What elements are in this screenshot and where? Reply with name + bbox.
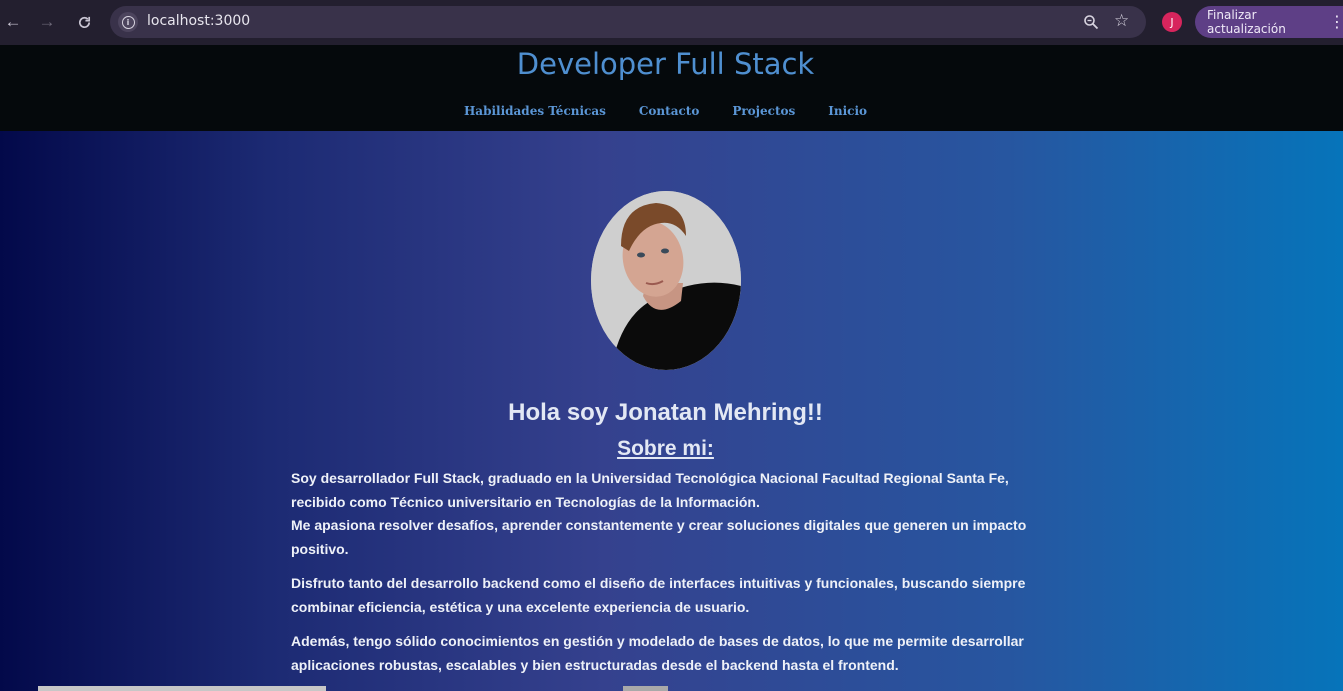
nav-link-inicio[interactable]: Inicio: [828, 104, 867, 118]
site-header: Developer Full Stack Habilidades Técnica…: [0, 45, 1343, 131]
arrow-right-icon: →: [38, 12, 56, 31]
update-button[interactable]: Finalizar actualización ⋮: [1195, 6, 1343, 38]
profile-photo: [591, 191, 741, 370]
main-section: Hola soy Jonatan Mehring!! Sobre mi: Soy…: [0, 131, 1343, 691]
zoom-icon[interactable]: [1083, 14, 1099, 30]
about-text: Soy desarrollador Full Stack, graduado e…: [291, 467, 1041, 688]
browser-toolbar: ← → i localhost:3000 ☆ J Finalizar actua…: [0, 0, 1343, 45]
reload-icon: [78, 16, 90, 28]
site-info-button[interactable]: i: [118, 12, 138, 32]
forward-button[interactable]: →: [36, 11, 58, 33]
about-line-1: Soy desarrollador Full Stack, graduado e…: [291, 470, 1009, 510]
reload-button[interactable]: [73, 11, 95, 33]
url-text[interactable]: localhost:3000: [147, 13, 250, 29]
greeting-heading: Hola soy Jonatan Mehring!!: [508, 399, 823, 426]
about-paragraph-1: Soy desarrollador Full Stack, graduado e…: [291, 467, 1041, 561]
site-nav: Habilidades Técnicas Contacto Projectos …: [0, 104, 1331, 118]
about-heading: Sobre mi:: [617, 437, 714, 460]
back-button[interactable]: ←: [2, 11, 24, 33]
about-paragraph-2: Disfruto tanto del desarrollo backend co…: [291, 575, 1026, 615]
star-icon[interactable]: ☆: [1114, 11, 1129, 31]
about-line-2: Me apasiona resolver desafíos, aprender …: [291, 517, 1027, 557]
horizontal-scrollbar[interactable]: [38, 686, 326, 691]
profile-portrait: [591, 191, 741, 370]
nav-link-habilidades[interactable]: Habilidades Técnicas: [464, 104, 606, 118]
about-paragraph-3: Además, tengo sólido conocimientos en ge…: [291, 633, 1024, 673]
address-bar[interactable]: i localhost:3000 ☆: [110, 6, 1146, 38]
nav-link-contacto[interactable]: Contacto: [639, 104, 699, 118]
site-title: Developer Full Stack: [516, 47, 815, 81]
arrow-left-icon: ←: [4, 12, 22, 31]
vertical-dots-icon: ⋮: [1329, 12, 1343, 31]
profile-avatar[interactable]: J: [1162, 12, 1182, 32]
info-icon: i: [121, 15, 135, 29]
scrollbar-thumb[interactable]: [623, 686, 668, 691]
update-label: Finalizar actualización: [1207, 8, 1286, 36]
nav-link-projectos[interactable]: Projectos: [732, 104, 795, 118]
